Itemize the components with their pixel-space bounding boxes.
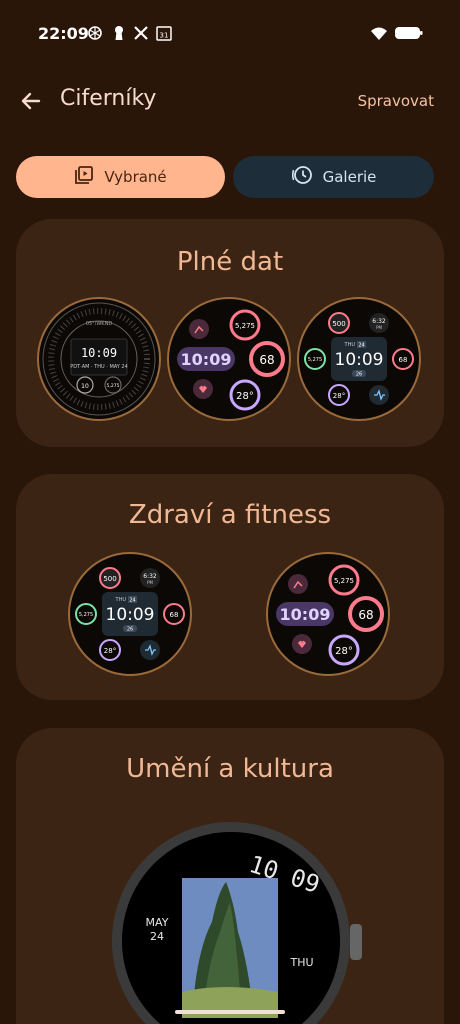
analog-top: 05°/WKND xyxy=(86,321,113,327)
status-time: 22:09 xyxy=(38,24,89,43)
grid-badge: 26 xyxy=(356,372,362,378)
analog-sub-b: 5,275 xyxy=(107,383,120,389)
pills-time: 10:09 xyxy=(280,605,331,624)
openai-icon xyxy=(86,24,104,42)
manage-button[interactable]: Spravovat xyxy=(358,92,434,110)
grid-date: 24 xyxy=(129,598,135,604)
art-dial: MAY 24 THU 10 09 xyxy=(122,832,340,1024)
analog-time: 10:09 xyxy=(81,346,117,360)
featured-icon xyxy=(74,165,94,189)
tab-gallery[interactable]: Galerie xyxy=(233,156,434,198)
gesture-handle[interactable] xyxy=(175,1010,285,1014)
watch-face-grid[interactable]: 500 6:32 PM THU 24 10:09 26 5,275 68 28° xyxy=(297,297,421,421)
x-icon xyxy=(132,24,150,42)
pills-time: 10:09 xyxy=(181,350,232,369)
analog-date: PDT·AM · THU · MAY 24 xyxy=(70,364,128,370)
art-weekday: THU xyxy=(289,956,313,969)
watch-face-grid[interactable]: 500 6:32 PM THU 24 10:09 26 5,275 68 28° xyxy=(68,552,192,676)
section-title: Umění a kultura xyxy=(126,754,334,784)
page-title: Ciferníky xyxy=(60,86,157,111)
pills-heart: 68 xyxy=(358,608,373,622)
grid-temp: 28° xyxy=(104,647,116,655)
grid-day: THU xyxy=(344,342,356,348)
grid-badge: 26 xyxy=(127,627,133,633)
wifi-icon xyxy=(370,24,388,42)
art-month: MAY xyxy=(146,916,169,929)
calendar-day: 31 xyxy=(160,32,169,40)
grid-date: 24 xyxy=(358,343,364,349)
tab-bar: Vybrané Galerie xyxy=(16,156,434,198)
section-art-culture: Umění a kultura MAY 24 THU 10 09 xyxy=(16,728,444,1024)
section-title: Zdraví a fitness xyxy=(128,500,332,530)
watch-face-pills[interactable]: 5,275 10:09 68 28° xyxy=(266,552,390,676)
tab-gallery-label: Galerie xyxy=(322,168,377,186)
pills-dial: 5,275 10:09 68 28° xyxy=(276,564,384,666)
grid-cal: 500 xyxy=(103,575,116,583)
grid-heart: 68 xyxy=(170,611,179,619)
keyhole-icon xyxy=(110,24,128,42)
watch-face-art[interactable]: MAY 24 THU 10 09 xyxy=(112,822,350,1024)
back-arrow-icon[interactable] xyxy=(18,88,44,114)
app-header: Ciferníky Spravovat xyxy=(0,72,460,132)
grid-clock: 6:32 xyxy=(372,318,386,325)
grid-clock: 6:32 xyxy=(143,573,157,580)
section-health-fitness: Zdraví a fitness 500 6:32 PM THU 24 10:0… xyxy=(16,474,444,700)
status-bar: 22:09 31 xyxy=(0,0,460,64)
analog-dial: 10:09 PDT·AM · THU · MAY 24 05°/WKND 10 … xyxy=(42,302,156,416)
battery-icon xyxy=(394,24,424,42)
watch-face-pills[interactable]: 5,275 10:09 68 28° xyxy=(167,297,291,421)
grid-day: THU xyxy=(115,597,127,603)
grid-steps: 5,275 xyxy=(79,612,93,618)
pills-steps: 5,275 xyxy=(235,322,255,330)
pills-dial: 5,275 10:09 68 28° xyxy=(177,309,285,411)
clock-icon xyxy=(291,164,313,190)
watch-face-analog[interactable]: 10:09 PDT·AM · THU · MAY 24 05°/WKND 10 … xyxy=(37,297,161,421)
tab-featured-label: Vybrané xyxy=(104,168,167,186)
section-full-data: Plné dat 10:09 PDT·AM · THU · MAY 24 05°… xyxy=(16,219,444,447)
grid-temp: 28° xyxy=(333,392,345,400)
grid-steps: 5,275 xyxy=(308,357,322,363)
watch-crown xyxy=(350,924,362,960)
art-day-num: 24 xyxy=(150,930,164,943)
grid-clock-sub: PM xyxy=(376,325,382,330)
grid-cal: 500 xyxy=(332,320,345,328)
grid-time: 10:09 xyxy=(106,605,155,625)
grid-dial: 500 6:32 PM THU 24 10:09 26 5,275 68 28° xyxy=(75,567,185,661)
grid-time: 10:09 xyxy=(335,350,384,370)
pills-temp: 28° xyxy=(335,646,353,657)
pills-temp: 28° xyxy=(236,391,254,402)
tab-featured[interactable]: Vybrané xyxy=(16,156,225,198)
grid-clock-sub: PM xyxy=(147,580,153,585)
pills-heart: 68 xyxy=(259,353,274,367)
pills-steps: 5,275 xyxy=(334,577,354,585)
grid-dial: 500 6:32 PM THU 24 10:09 26 5,275 68 28° xyxy=(304,312,414,406)
grid-heart: 68 xyxy=(399,356,408,364)
calendar-icon: 31 xyxy=(155,24,173,42)
analog-sub-a: 10 xyxy=(81,383,89,390)
section-title: Plné dat xyxy=(176,247,284,277)
